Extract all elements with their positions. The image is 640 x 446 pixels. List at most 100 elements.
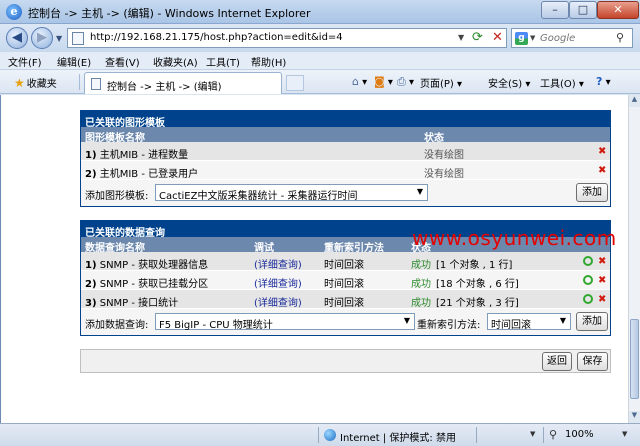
close-button[interactable]: ✕ [597, 1, 639, 19]
reload-query-icon[interactable] [583, 275, 593, 285]
new-tab-button[interactable] [286, 75, 304, 91]
row-reindex: 时间回滚 [324, 279, 364, 290]
menu-edit[interactable]: 编辑(E) [57, 54, 91, 69]
back-button-form[interactable]: 返回 [542, 352, 572, 371]
row-name: 1) 主机MIB - 进程数量 [85, 150, 189, 161]
add-data-query-label: 添加数据查询: [85, 320, 149, 331]
menu-tools[interactable]: 工具(T) [206, 54, 240, 69]
row-name: 2) SNMP - 获取已挂载分区 [85, 279, 209, 290]
add-graph-template-row: 添加图形模板: CactiEZ中文版采集器统计 - 采集器运行时间 ▼ 添加 [81, 180, 610, 206]
verbose-query-link[interactable]: (详细查询) [254, 256, 302, 271]
menu-bar: 文件(F) 编辑(E) 查看(V) 收藏夹(A) 工具(T) 帮助(H) [0, 52, 640, 70]
menu-file[interactable]: 文件(F) [8, 54, 42, 69]
security-zone[interactable]: Internet | 保护模式: 禁用 [340, 429, 456, 444]
stop-icon[interactable]: ✕ [492, 30, 503, 45]
back-button[interactable]: ◀ [6, 27, 28, 49]
data-query-select[interactable]: F5 BigIP - CPU 物理统计 ▼ [155, 313, 415, 331]
row-status-ok: 成功 [411, 279, 431, 290]
add-data-query-row: 添加数据查询: F5 BigIP - CPU 物理统计 ▼ 重新索引方法: 时间… [81, 309, 610, 335]
favorites-button[interactable]: ★ 收藏夹 [14, 75, 57, 90]
separator [318, 427, 319, 443]
add-graph-template-button[interactable]: 添加 [576, 183, 608, 202]
print-icon[interactable]: ⎙ ▾ [397, 75, 414, 89]
menu-help[interactable]: 帮助(H) [251, 54, 286, 69]
safety-menu[interactable]: 安全(S) ▾ [488, 75, 530, 90]
refresh-icon[interactable]: ⟳ [472, 30, 483, 45]
row-name: 3) SNMP - 接口统计 [85, 298, 179, 309]
help-menu[interactable]: ? ▾ [596, 75, 611, 88]
add-graph-template-label: 添加图形模板: [85, 191, 149, 202]
home-icon[interactable]: ⌂ ▾ [352, 75, 367, 88]
status-dropdown-icon[interactable]: ▼ [530, 430, 535, 438]
tools-menu[interactable]: 工具(O) ▾ [540, 75, 584, 90]
separator [543, 427, 544, 443]
menu-view[interactable]: 查看(V) [105, 54, 140, 69]
row-status: 没有绘图 [424, 150, 464, 161]
graph-templates-header: 已关联的图形模板 [81, 111, 610, 129]
search-provider-dropdown-icon[interactable]: ▼ [530, 34, 535, 42]
verbose-query-link[interactable]: (详细查询) [254, 275, 302, 290]
row-status-detail: [18 个对象 , 6 行] [436, 279, 519, 290]
row-status-detail: [1 个对象 , 1 行] [436, 260, 513, 271]
vertical-scrollbar[interactable]: ▲ ▼ [628, 95, 640, 423]
watermark-text: www.osyunwei.com [412, 226, 617, 250]
search-box[interactable]: g ▼ ⚲ [511, 28, 633, 48]
minimize-button[interactable]: – [541, 1, 569, 19]
page-menu[interactable]: 页面(P) ▾ [420, 75, 462, 90]
scroll-down-icon[interactable]: ▼ [629, 411, 640, 423]
table-row: 1) SNMP - 获取处理器信息 (详细查询) 时间回滚 成功 [1 个对象 … [81, 252, 610, 271]
row-status-ok: 成功 [411, 298, 431, 309]
separator [79, 74, 80, 90]
search-icon[interactable]: ⚲ [616, 31, 624, 44]
zoom-icon[interactable]: ⚲ [549, 428, 557, 441]
reindex-method-label: 重新索引方法: [417, 320, 481, 331]
reload-query-icon[interactable] [583, 294, 593, 304]
ie-logo-icon: e [6, 4, 22, 20]
globe-icon [324, 429, 336, 441]
verbose-query-link[interactable]: (详细查询) [254, 294, 302, 309]
reindex-method-select[interactable]: 时间回滚 ▼ [487, 313, 571, 331]
delete-icon[interactable]: ✖ [598, 165, 606, 176]
scroll-up-icon[interactable]: ▲ [629, 95, 640, 107]
address-dropdown-icon[interactable]: ▼ [458, 33, 464, 42]
row-name: 1) SNMP - 获取处理器信息 [85, 260, 209, 271]
reload-query-icon[interactable] [583, 256, 593, 266]
row-reindex: 时间回滚 [324, 260, 364, 271]
scrollbar-thumb[interactable] [630, 319, 639, 399]
address-toolbar: ◀ ▶ ▼ http://192.168.21.175/host.php?act… [0, 24, 640, 52]
delete-icon[interactable]: ✖ [598, 256, 606, 267]
row-reindex: 时间回滚 [324, 298, 364, 309]
tab-page-icon [91, 78, 101, 90]
table-row: 3) SNMP - 接口统计 (详细查询) 时间回滚 成功 [21 个对象 , … [81, 290, 610, 309]
delete-icon[interactable]: ✖ [598, 146, 606, 157]
url-text[interactable]: http://192.168.21.175/host.php?action=ed… [90, 32, 343, 43]
search-input[interactable] [540, 31, 612, 45]
address-bar[interactable]: http://192.168.21.175/host.php?action=ed… [67, 28, 507, 48]
browser-tab[interactable]: 控制台 -> 主机 -> (编辑) [84, 72, 282, 94]
row-status: 没有绘图 [424, 169, 464, 180]
tab-title: 控制台 -> 主机 -> (编辑) [107, 82, 222, 93]
save-button[interactable]: 保存 [577, 352, 608, 371]
feeds-icon[interactable]: ◙ ▾ [374, 75, 393, 88]
favorites-bar: ★ 收藏夹 控制台 -> 主机 -> (编辑) ⌂ ▾ ◙ ▾ ⎙ ▾ 页面(P)… [0, 70, 640, 94]
forward-button[interactable]: ▶ [31, 27, 53, 49]
history-dropdown-icon[interactable]: ▼ [56, 34, 62, 43]
page-icon [72, 32, 84, 45]
window-title: 控制台 -> 主机 -> (编辑) - Windows Internet Exp… [28, 7, 311, 20]
form-footer: 返回 保存 [80, 349, 611, 373]
add-data-query-button[interactable]: 添加 [576, 312, 608, 331]
table-row: 1) 主机MIB - 进程数量 没有绘图 ✖ [81, 142, 610, 161]
zoom-dropdown-icon[interactable]: ▼ [622, 430, 627, 438]
menu-favorites[interactable]: 收藏夹(A) [153, 54, 198, 69]
maximize-button[interactable]: □ [569, 1, 597, 19]
star-icon: ★ [14, 76, 25, 90]
table-row: 2) 主机MIB - 已登录用户 没有绘图 ✖ [81, 161, 610, 180]
delete-icon[interactable]: ✖ [598, 275, 606, 286]
row-name: 2) 主机MIB - 已登录用户 [85, 169, 199, 180]
delete-icon[interactable]: ✖ [598, 294, 606, 305]
graph-template-select[interactable]: CactiEZ中文版采集器统计 - 采集器运行时间 ▼ [155, 184, 428, 202]
status-bar: Internet | 保护模式: 禁用 ▼ ⚲ 100% ▼ [0, 423, 640, 446]
zoom-level[interactable]: 100% [565, 429, 594, 440]
separator [476, 427, 477, 443]
graph-templates-column-header: 图形模板名称 状态 [81, 127, 610, 144]
